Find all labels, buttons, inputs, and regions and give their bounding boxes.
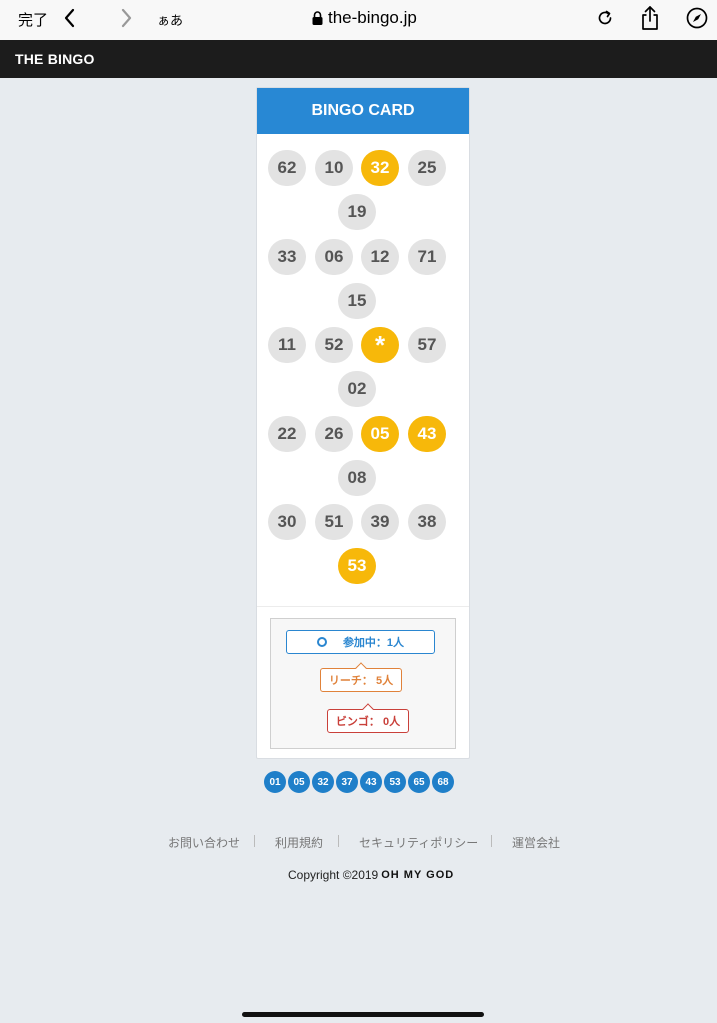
free-space-ball[interactable]: *: [361, 327, 399, 363]
bingo-number-ball[interactable]: 57: [408, 327, 446, 363]
bingo-number-ball[interactable]: 30: [268, 504, 306, 540]
bingo-number-ball[interactable]: 08: [338, 459, 376, 496]
called-number-chip: 05: [288, 771, 310, 793]
bingo-number-ball[interactable]: 62: [268, 150, 306, 186]
footer-separator: [491, 835, 492, 847]
bingo-count-text: ビンゴ： 0人: [335, 716, 401, 728]
called-number-chip: 01: [264, 771, 286, 793]
bingo-number-ball[interactable]: 26: [315, 415, 353, 452]
reload-icon[interactable]: [595, 8, 615, 28]
back-arrow-icon[interactable]: [62, 7, 78, 29]
copyright-text: Copyright ©2019: [288, 868, 379, 882]
bingo-number-ball[interactable]: 52: [315, 327, 353, 363]
lock-icon: [312, 11, 323, 25]
bingo-number-ball[interactable]: 39: [361, 504, 399, 540]
bingo-number-ball[interactable]: 19: [338, 194, 376, 230]
url-text: the-bingo.jp: [328, 8, 417, 27]
bingo-number-ball[interactable]: 43: [408, 415, 446, 452]
footer-separator: [338, 835, 339, 847]
site-logo[interactable]: THE BINGO: [15, 51, 95, 67]
card-header: BINGO CARD: [257, 88, 469, 134]
copyright: Copyright ©2019 OH MY GOD: [288, 868, 454, 882]
bingo-count-badge: ビンゴ： 0人: [327, 703, 409, 733]
participants-text: 参加中：1人: [342, 637, 405, 649]
site-header: THE BINGO: [0, 40, 717, 78]
participants-badge: 参加中：1人: [286, 630, 435, 654]
address-bar[interactable]: the-bingo.jp: [312, 7, 417, 29]
bingo-number-ball[interactable]: 22: [268, 415, 306, 452]
bingo-number-ball[interactable]: 10: [315, 150, 353, 186]
bingo-number-ball[interactable]: 38: [408, 504, 446, 540]
bingo-number-ball[interactable]: 53: [338, 548, 376, 584]
home-indicator: [242, 1012, 484, 1017]
called-number-chip: 37: [336, 771, 358, 793]
bingo-number-ball[interactable]: 32: [361, 150, 399, 186]
footer-link-security[interactable]: セキュリティポリシー: [359, 834, 478, 851]
bingo-number-ball[interactable]: 71: [408, 238, 446, 275]
browser-toolbar: 完了 ぁあ the-bingo.jp: [0, 0, 717, 40]
bingo-card: BINGO CARD 62 10 32 25 19 33 06 12 71 15 11 52 * 57 02…: [256, 87, 470, 759]
ring-icon: [316, 637, 327, 647]
footer-links: お問い合わせ 利用規約 セキュリティポリシー 運営会社: [0, 834, 717, 852]
footer-link-terms[interactable]: 利用規約: [275, 834, 323, 851]
bingo-number-ball[interactable]: 05: [361, 415, 399, 452]
called-number-chip: 43: [360, 771, 382, 793]
compass-icon[interactable]: [686, 7, 708, 29]
reader-text-button[interactable]: ぁあ: [157, 10, 183, 29]
bingo-number-ball[interactable]: 06: [315, 238, 353, 275]
card-title: BINGO CARD: [311, 102, 415, 119]
called-number-chip: 65: [408, 771, 430, 793]
done-button[interactable]: 完了: [18, 9, 48, 30]
called-number-chip: 32: [312, 771, 334, 793]
footer-separator: [254, 835, 255, 847]
footer-link-company[interactable]: 運営会社: [512, 834, 560, 851]
called-number-chip: 68: [432, 771, 454, 793]
bingo-number-ball[interactable]: 25: [408, 150, 446, 186]
share-icon[interactable]: [639, 5, 661, 31]
reach-badge: リーチ： 5人: [320, 662, 402, 692]
forward-arrow-icon[interactable]: [118, 7, 134, 29]
bingo-number-ball[interactable]: 15: [338, 282, 376, 319]
bingo-number-ball[interactable]: 51: [315, 504, 353, 540]
called-number-chip: 53: [384, 771, 406, 793]
brand-logo[interactable]: OH MY GOD: [381, 869, 454, 881]
reach-text: リーチ： 5人: [328, 675, 394, 687]
bingo-number-ball[interactable]: 33: [268, 238, 306, 275]
footer-link-contact[interactable]: お問い合わせ: [168, 834, 240, 851]
bingo-number-ball[interactable]: 12: [361, 238, 399, 275]
bingo-number-ball[interactable]: 11: [268, 327, 306, 363]
card-divider: [257, 606, 469, 607]
bingo-number-ball[interactable]: 02: [338, 371, 376, 407]
status-panel: 参加中：1人 リーチ： 5人 ビンゴ： 0人: [270, 618, 456, 749]
